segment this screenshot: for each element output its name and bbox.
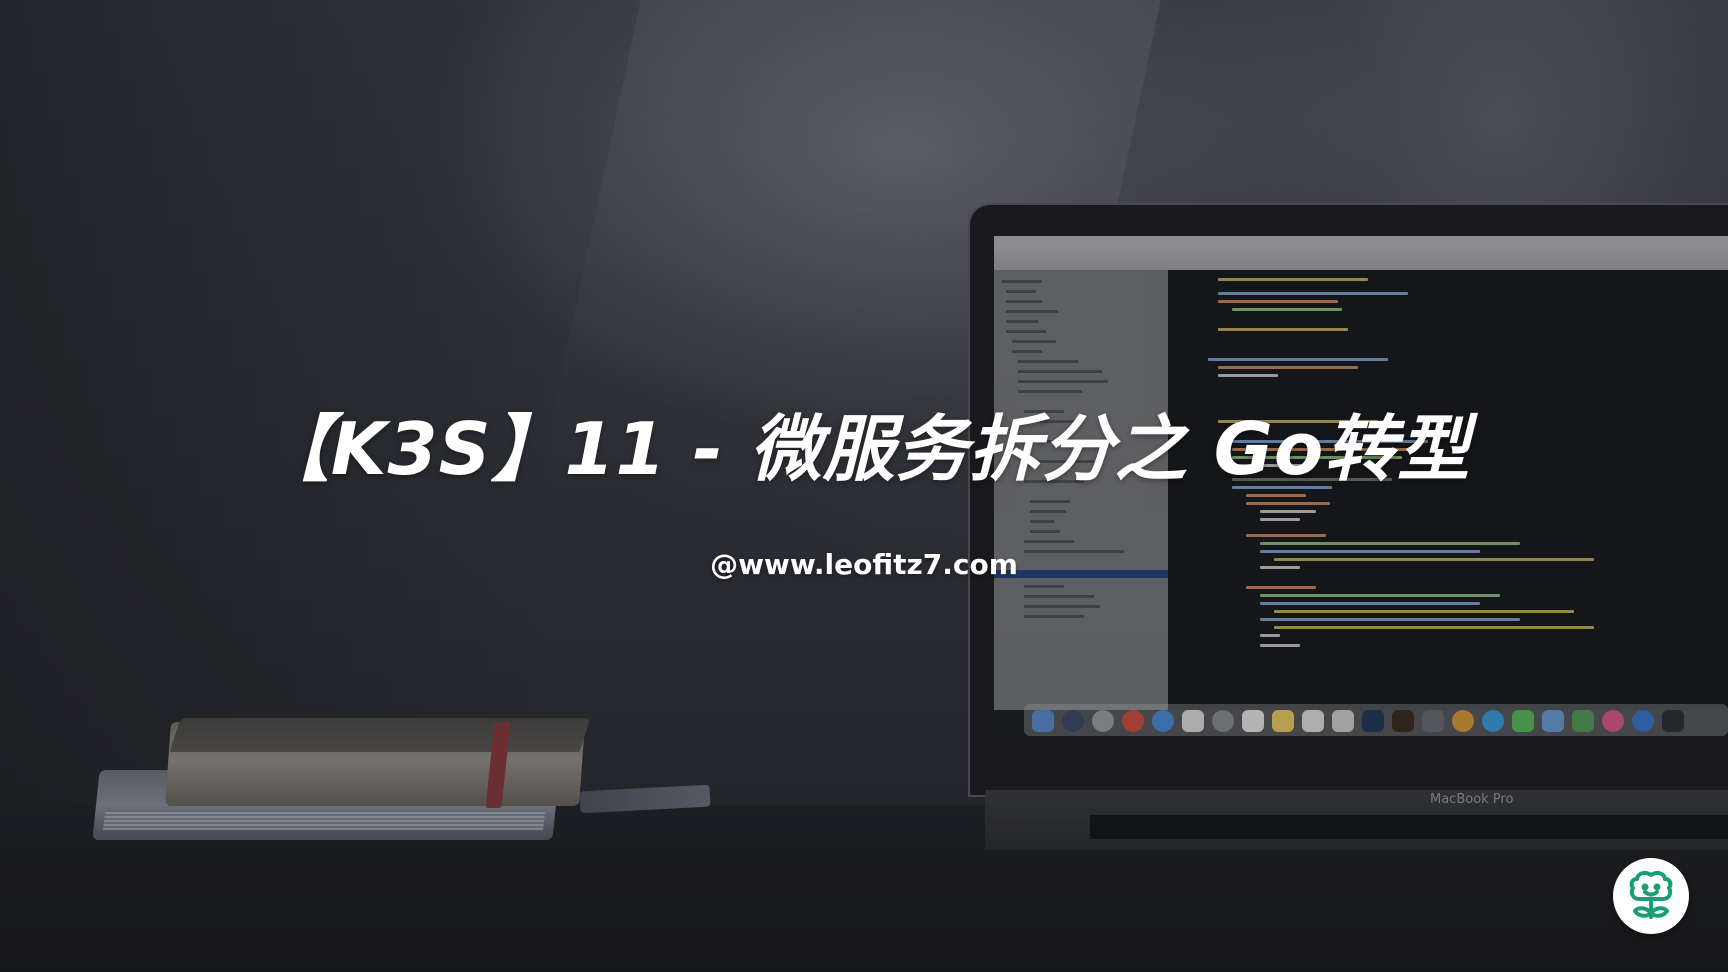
site-url: @www.leofitz7.com: [710, 548, 1018, 581]
mascot-badge-button[interactable]: [1613, 858, 1689, 934]
smiling-sprout-icon: [1629, 870, 1673, 919]
page-title: 【K3S】11 - 微服务拆分之 Go转型: [257, 407, 1471, 491]
cover-image: MacBook Pro 【K3S】11 - 微服务拆分之 Go转型 @www.l…: [0, 0, 1728, 972]
